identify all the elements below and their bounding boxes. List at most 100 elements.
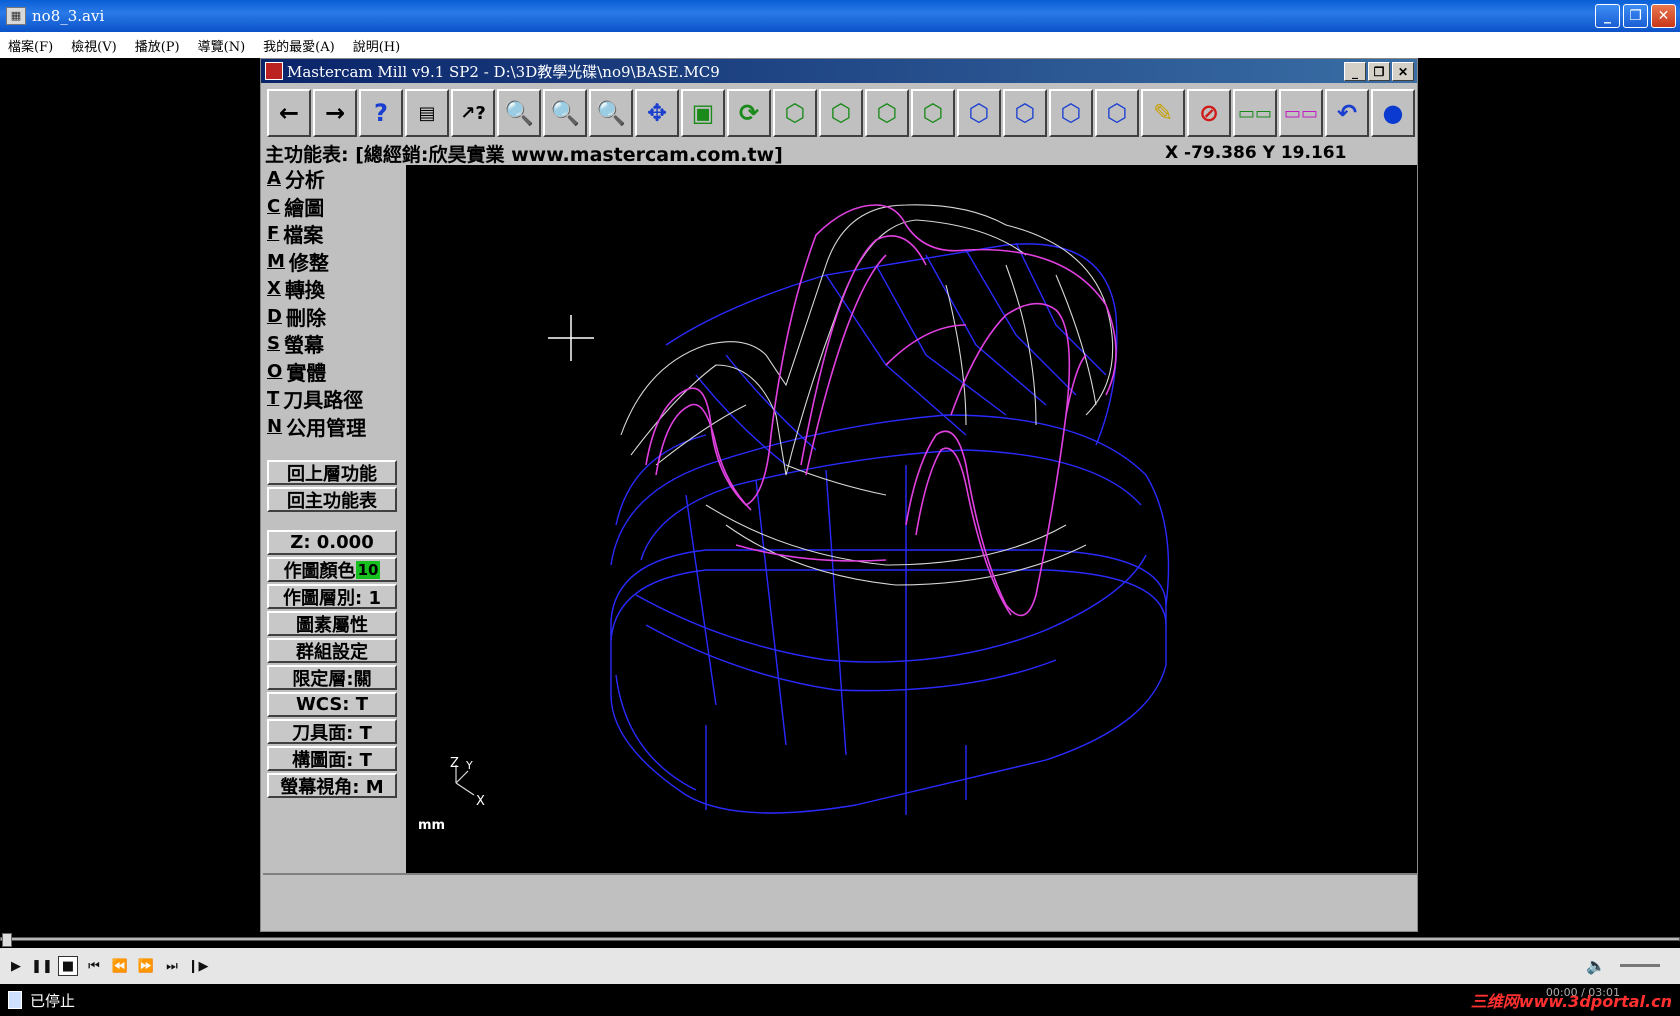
main-menu-button[interactable]: 回主功能表	[267, 487, 397, 512]
pan-icon[interactable]: ✥	[635, 89, 679, 137]
cplane-side-icon[interactable]: ⬡	[1049, 89, 1093, 137]
undo-icon[interactable]: ↶	[1325, 89, 1369, 137]
step-frame-icon[interactable]: ❙▶	[188, 956, 209, 976]
back-up-button[interactable]: 回上層功能	[267, 460, 397, 485]
mask-button[interactable]: 限定層:關	[267, 665, 397, 690]
menu-item-modify[interactable]: M 修整	[263, 248, 401, 276]
next-icon[interactable]: ⏭	[162, 956, 182, 976]
window-title: no8_3.avi	[32, 7, 105, 25]
menu-navigate[interactable]: 導覽(N)	[198, 36, 246, 55]
forward-arrow-icon[interactable]: →	[313, 89, 357, 137]
color-button[interactable]: 作圖顏色 10	[267, 557, 397, 582]
rewind-icon[interactable]: ⏪	[110, 956, 130, 976]
level-button[interactable]: 作圖層別: 1	[267, 584, 397, 609]
prompt-line: 主功能表: [總經銷:欣昊實業 www.mastercam.com.tw] X …	[265, 141, 1415, 166]
menu-item-analyze[interactable]: A 分析	[263, 165, 401, 193]
menu-item-xform[interactable]: X 轉換	[263, 275, 401, 303]
menu-help[interactable]: 說明(H)	[353, 36, 400, 55]
axis-x-label: X	[476, 794, 485, 809]
menu-item-screen[interactable]: S 螢幕	[263, 330, 401, 358]
close-button[interactable]: ✕	[1651, 4, 1676, 28]
seek-thumb[interactable]	[2, 933, 12, 947]
pause-icon[interactable]: ❚❚	[31, 956, 53, 976]
previous-icon[interactable]: ⏮	[84, 956, 104, 976]
zoom-window-icon[interactable]: 🔍	[497, 89, 541, 137]
cplane-3d-icon[interactable]: ⬡	[1095, 89, 1139, 137]
menu-favorites[interactable]: 我的最愛(A)	[263, 36, 335, 55]
menu-item-delete[interactable]: D 刪除	[263, 303, 401, 331]
surface-wireframe	[620, 204, 1114, 586]
maximize-button[interactable]: ❐	[1623, 4, 1648, 28]
zoom-select-icon[interactable]: ▣	[681, 89, 725, 137]
gview-button[interactable]: 螢幕視角: M	[267, 773, 397, 798]
view-front-icon[interactable]: ⬡	[819, 89, 863, 137]
base-wireframe	[610, 242, 1170, 815]
menu-file[interactable]: 檔案(F)	[8, 36, 53, 55]
cplane-front-icon[interactable]: ⬡	[1003, 89, 1047, 137]
status-bar: 已停止 00:00 / 03:01 三维网www.3dportal.cn	[0, 984, 1680, 1016]
seek-bar[interactable]	[0, 932, 1680, 948]
minimize-button[interactable]: _	[1595, 4, 1620, 28]
fast-forward-icon[interactable]: ⏩	[136, 956, 156, 976]
cplane-button[interactable]: 構圖面: T	[267, 746, 397, 771]
player-controls: ▶ ❚❚ ■ ⏮ ⏪ ⏩ ⏭ ❙▶ 🔈	[0, 948, 1680, 984]
transform-icon[interactable]: ▭▭	[1233, 89, 1277, 137]
axis-z-label: Z	[450, 756, 459, 771]
zoom-out-icon[interactable]: 🔍	[543, 89, 587, 137]
view-top-icon[interactable]: ⬡	[773, 89, 817, 137]
crosshair-cursor	[548, 315, 594, 361]
mc-minimize-button[interactable]: _	[1344, 62, 1366, 81]
stop-icon[interactable]: ■	[58, 956, 78, 976]
menu-bar: 檔案(F) 檢視(V) 播放(P) 導覽(N) 我的最愛(A) 說明(H)	[0, 32, 1680, 58]
watermark: 三维网www.3dportal.cn	[1470, 992, 1672, 1011]
media-player-icon: ▦	[6, 7, 26, 25]
graphics-viewport[interactable]: Z Y X mm	[406, 165, 1417, 873]
prompt-area	[263, 873, 1417, 931]
edge-wireframe	[645, 204, 1117, 617]
cursor-coordinates: X -79.386 Y 19.161	[1165, 143, 1347, 163]
units-label: mm	[418, 818, 445, 833]
view-iso-icon[interactable]: ⬡	[911, 89, 955, 137]
z-depth-button[interactable]: Z: 0.000	[267, 530, 397, 555]
menu-item-nc-utils[interactable]: N 公用管理	[263, 413, 401, 441]
menu-item-toolpaths[interactable]: T 刀具路徑	[263, 385, 401, 413]
menu-item-file[interactable]: F 檔案	[263, 220, 401, 248]
tplane-button[interactable]: 刀具面: T	[267, 719, 397, 744]
mastercam-title-bar: Mastercam Mill v9.1 SP2 - D:\3D教學光碟\no9\…	[261, 59, 1417, 83]
volume-slider[interactable]	[1620, 964, 1660, 967]
rotate-icon[interactable]: ⟳	[727, 89, 771, 137]
zoom-fit-icon[interactable]: 🔍	[589, 89, 633, 137]
menu-item-create[interactable]: C 繪圖	[263, 193, 401, 221]
main-menu: A 分析 C 繪圖 F 檔案 M 修整 X 轉換 D 刪除 S 螢幕 O 實體 T 刀具路徑 N公…	[263, 165, 401, 873]
attributes-button[interactable]: 圖素屬性	[267, 611, 397, 636]
speaker-icon[interactable]: 🔈	[1586, 956, 1606, 975]
wcs-button[interactable]: WCS: T	[267, 692, 397, 717]
help-icon[interactable]: ?	[359, 89, 403, 137]
mastercam-window: Mastercam Mill v9.1 SP2 - D:\3D教學光碟\no9\…	[260, 58, 1418, 932]
calculator-icon[interactable]: ▤	[405, 89, 449, 137]
no-delete-icon[interactable]: ⊘	[1187, 89, 1231, 137]
analyze-icon[interactable]: ↗?	[451, 89, 495, 137]
menu-play[interactable]: 播放(P)	[135, 36, 180, 55]
mastercam-icon	[265, 62, 283, 80]
menu-view[interactable]: 檢視(V)	[71, 36, 117, 55]
color-swatch: 10	[355, 560, 381, 579]
shading-sphere-icon[interactable]: ●	[1371, 89, 1415, 137]
document-icon	[8, 991, 22, 1009]
toolbar: ← → ? ▤ ↗? 🔍 🔍 🔍 ✥ ▣ ⟳ ⬡ ⬡ ⬡ ⬡ ⬡ ⬡ ⬡ ⬡ ✎…	[265, 87, 1415, 139]
prompt-text: 主功能表: [總經銷:欣昊實業 www.mastercam.com.tw]	[265, 143, 783, 166]
mastercam-title: Mastercam Mill v9.1 SP2 - D:\3D教學光碟\no9\…	[287, 62, 720, 81]
mc-restore-button[interactable]: ❐	[1368, 62, 1390, 81]
back-arrow-icon[interactable]: ←	[267, 89, 311, 137]
axis-y-label: Y	[465, 759, 473, 772]
playback-status: 已停止	[30, 991, 76, 1010]
view-side-icon[interactable]: ⬡	[865, 89, 909, 137]
play-icon[interactable]: ▶	[6, 956, 26, 976]
transform-copy-icon[interactable]: ▭▭	[1279, 89, 1323, 137]
mc-close-button[interactable]: ✕	[1392, 62, 1414, 81]
wireframe-model: Z Y X mm	[418, 204, 1170, 833]
cplane-top-icon[interactable]: ⬡	[957, 89, 1001, 137]
menu-item-solids[interactable]: O 實體	[263, 358, 401, 386]
groups-button[interactable]: 群組設定	[267, 638, 397, 663]
pencil-icon[interactable]: ✎	[1141, 89, 1185, 137]
